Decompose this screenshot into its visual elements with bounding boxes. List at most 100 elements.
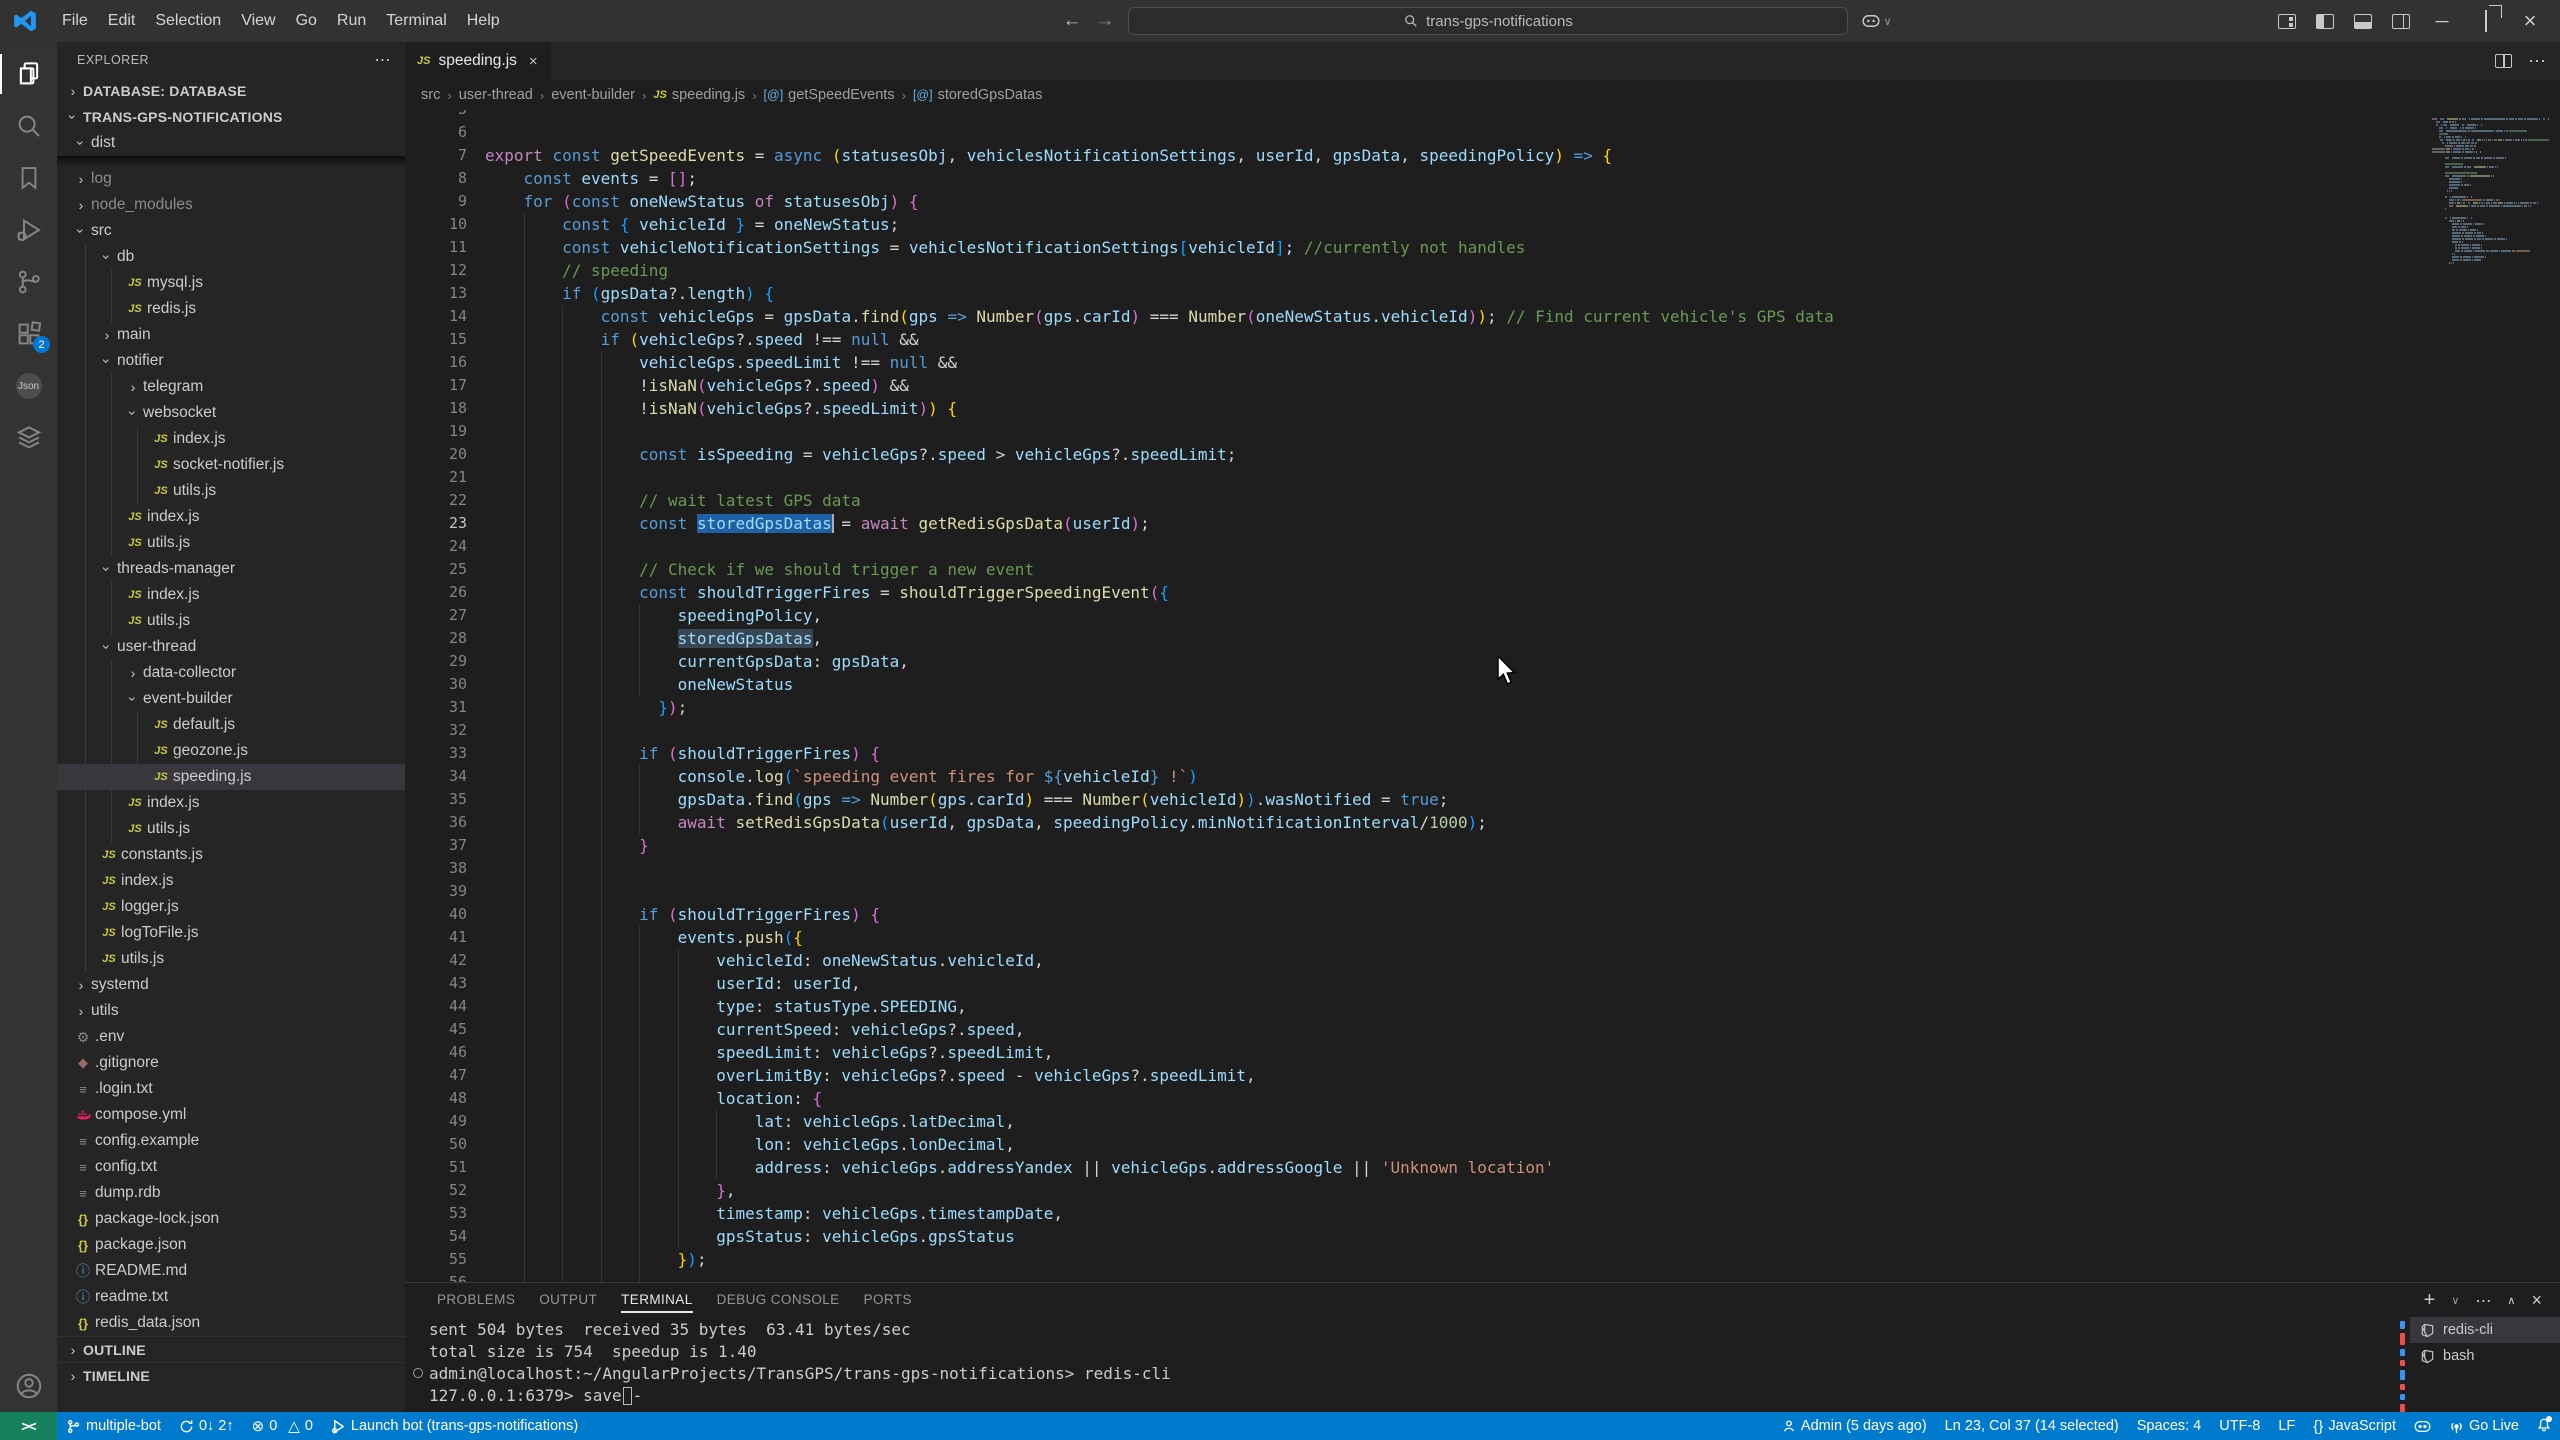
remote-indicator[interactable]: >< (0, 1412, 57, 1440)
tree-item-default-js[interactable]: JSdefault.js (57, 712, 405, 738)
tree-item-systemd[interactable]: ›systemd (57, 972, 405, 998)
tree-item-log[interactable]: ›log (57, 166, 405, 192)
run-debug-icon[interactable] (0, 204, 57, 256)
breadcrumb-item-getspeedevents[interactable]: [@]getSpeedEvents (764, 87, 895, 103)
panel-tab-output[interactable]: OUTPUT (527, 1286, 609, 1313)
menu-terminal[interactable]: Terminal (376, 8, 456, 34)
extensions-icon[interactable]: 2 (0, 308, 57, 360)
tree-item-config-example[interactable]: ≡config.example (57, 1128, 405, 1154)
person-icon[interactable]: Admin (5 days ago) (1773, 1412, 1936, 1440)
menu-selection[interactable]: Selection (145, 8, 231, 34)
tree-item-utils-js[interactable]: JSutils.js (57, 816, 405, 842)
tree-item--gitignore[interactable]: ◆.gitignore (57, 1050, 405, 1076)
section-database-database[interactable]: ›DATABASE: DATABASE (57, 78, 405, 104)
tab-close-icon[interactable]: × (529, 53, 538, 70)
tree-item-dump-rdb[interactable]: ≡dump.rdb (57, 1180, 405, 1206)
section-outline[interactable]: ›OUTLINE (57, 1336, 405, 1362)
tree-item--env[interactable]: ⚙.env (57, 1024, 405, 1050)
tree-item-db[interactable]: ›db (57, 244, 405, 270)
tree-item-index-js[interactable]: JSindex.js (57, 426, 405, 452)
tree-item-main[interactable]: ›main (57, 322, 405, 348)
tree-item-utils-js[interactable]: JSutils.js (57, 608, 405, 634)
json-tools-icon[interactable]: Json (0, 360, 57, 412)
tree-item-package-json[interactable]: {}package.json (57, 1232, 405, 1258)
breadcrumb-item-user-thread[interactable]: user-thread (459, 87, 533, 103)
bell-icon[interactable] (2528, 1412, 2560, 1440)
panel-tab-problems[interactable]: PROBLEMS (425, 1286, 527, 1313)
menu-view[interactable]: View (231, 8, 285, 34)
breadcrumb-item-storedgpsdatas[interactable]: [@]storedGpsDatas (913, 87, 1042, 103)
tree-item-logtofile-js[interactable]: JSlogToFile.js (57, 920, 405, 946)
tree-item-redis-js[interactable]: JSredis.js (57, 296, 405, 322)
minimize-button[interactable]: ─ (2430, 11, 2454, 32)
terminal-profile-chevron-icon[interactable]: ∨ (2451, 1294, 2459, 1307)
status-lf[interactable]: LF (2269, 1412, 2304, 1440)
customize-layout-icon[interactable] (2278, 14, 2296, 29)
tree-item-threads-manager[interactable]: ›threads-manager (57, 556, 405, 582)
breadcrumb-item-event-builder[interactable]: event-builder (551, 87, 635, 103)
debug-launch-icon[interactable]: Launch bot (trans-gps-notifications) (322, 1412, 587, 1440)
toggle-panel-icon[interactable] (2354, 14, 2372, 29)
tree-item-index-js[interactable]: JSindex.js (57, 504, 405, 530)
tree-item-websocket[interactable]: ›websocket (57, 400, 405, 426)
tree-item-mysql-js[interactable]: JSmysql.js (57, 270, 405, 296)
tree-item-index-js[interactable]: JSindex.js (57, 582, 405, 608)
panel-more-actions-icon[interactable]: ⋯ (2475, 1291, 2491, 1311)
tree-item-data-collector[interactable]: ›data-collector (57, 660, 405, 686)
copilot-menu[interactable]: ∨ (1862, 14, 1891, 28)
tree-item-index-js[interactable]: JSindex.js (57, 868, 405, 894)
breadcrumb-item-src[interactable]: src (421, 87, 440, 103)
menu-go[interactable]: Go (286, 8, 327, 34)
tree-item-utils[interactable]: ›utils (57, 998, 405, 1024)
tree-item-notifier[interactable]: ›notifier (57, 348, 405, 374)
braces-icon[interactable]: {}JavaScript (2304, 1412, 2405, 1440)
terminal-output[interactable]: sent 504 bytes received 35 bytes 63.41 b… (405, 1315, 2394, 1412)
errors-warnings-icon[interactable]: ⊗0△0 (243, 1412, 322, 1440)
bookmarks-icon[interactable] (0, 152, 57, 204)
toggle-sidebar-icon[interactable] (2316, 14, 2334, 29)
tree-item--login-txt[interactable]: ≡.login.txt (57, 1076, 405, 1102)
menu-run[interactable]: Run (327, 8, 376, 34)
tree-item-utils-js[interactable]: JSutils.js (57, 530, 405, 556)
search-icon[interactable] (0, 100, 57, 152)
tree-item-package-lock-json[interactable]: {}package-lock.json (57, 1206, 405, 1232)
tree-item-logger-js[interactable]: JSlogger.js (57, 894, 405, 920)
tree-item-redis-data-json[interactable]: {}redis_data.json (57, 1310, 405, 1336)
restore-button[interactable] (2474, 11, 2498, 32)
back-button[interactable]: ← (1062, 10, 1081, 32)
tree-item-utils-js[interactable]: JSutils.js (57, 946, 405, 972)
tab-speeding-js[interactable]: JS speeding.js × (405, 42, 551, 80)
tree-item-readme-txt[interactable]: ⓘreadme.txt (57, 1284, 405, 1310)
status-ln-23-col-37-14-selected-[interactable]: Ln 23, Col 37 (14 selected) (1936, 1412, 2128, 1440)
section-timeline[interactable]: ›TIMELINE (57, 1362, 405, 1388)
layers-icon[interactable] (0, 412, 57, 464)
source-control-icon[interactable] (0, 256, 57, 308)
tree-item-compose-yml[interactable]: compose.yml (57, 1102, 405, 1128)
forward-button[interactable]: → (1095, 10, 1114, 32)
menu-file[interactable]: File (52, 8, 98, 34)
breadcrumb-item-speeding.js[interactable]: JSspeeding.js (653, 87, 745, 103)
explorer-icon[interactable] (0, 48, 57, 100)
tree-item-event-builder[interactable]: ›event-builder (57, 686, 405, 712)
git-branch-icon[interactable]: multiple-bot (57, 1412, 170, 1440)
explorer-more-actions-icon[interactable]: ⋯ (375, 50, 392, 70)
panel-tab-debug-console[interactable]: DEBUG CONSOLE (705, 1286, 852, 1313)
command-center-search[interactable]: trans-gps-notifications (1128, 7, 1848, 35)
code-editor[interactable]: 567export const getSpeedEvents = async (… (405, 110, 2560, 1282)
tree-item-speeding-js[interactable]: JSspeeding.js (57, 764, 405, 790)
editor-more-actions-icon[interactable]: ⋯ (2528, 51, 2546, 72)
toggle-secondary-sidebar-icon[interactable] (2392, 14, 2410, 29)
lightbulb-icon[interactable] (471, 517, 484, 530)
section-trans-gps-notifications[interactable]: ›TRANS-GPS-NOTIFICATIONS (57, 104, 405, 130)
panel-tab-ports[interactable]: PORTS (852, 1286, 924, 1313)
terminal-tab-bash[interactable]: bash (2410, 1343, 2560, 1369)
tree-item-constants-js[interactable]: JSconstants.js (57, 842, 405, 868)
panel-tab-terminal[interactable]: TERMINAL (609, 1286, 704, 1313)
account-icon[interactable] (0, 1360, 57, 1412)
menu-help[interactable]: Help (457, 8, 510, 34)
terminal-tab-redis-cli[interactable]: redis-cli (2410, 1317, 2560, 1343)
tree-item-utils-js[interactable]: JSutils.js (57, 478, 405, 504)
tree-item-geozone-js[interactable]: JSgeozone.js (57, 738, 405, 764)
new-terminal-icon[interactable]: + (2424, 1289, 2436, 1312)
tree-item-socket-notifier-js[interactable]: JSsocket-notifier.js (57, 452, 405, 478)
